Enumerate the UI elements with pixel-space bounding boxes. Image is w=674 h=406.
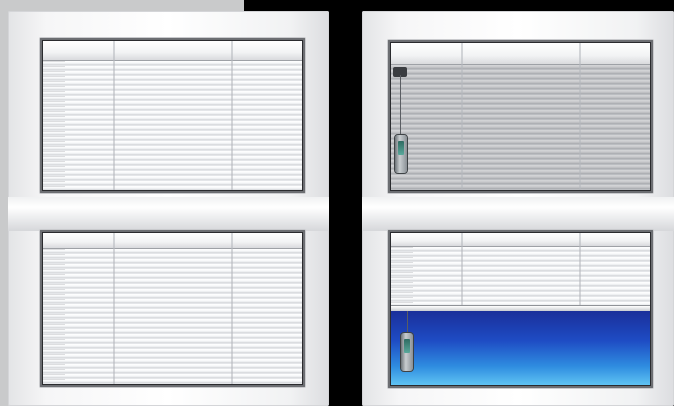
blind-slats xyxy=(43,249,302,384)
headrail xyxy=(391,43,650,65)
right-top-sash xyxy=(388,40,653,193)
left-transom xyxy=(8,197,329,231)
sky-view xyxy=(391,311,650,385)
left-top-sash xyxy=(40,38,305,193)
magnetic-controller xyxy=(401,333,413,371)
left-window-frame xyxy=(8,11,329,406)
right-bottom-sash xyxy=(388,230,653,388)
left-bottom-sash xyxy=(40,230,305,387)
right-transom xyxy=(362,197,674,231)
product-photo xyxy=(0,0,674,406)
headrail xyxy=(391,233,650,247)
blind-slats xyxy=(391,65,650,190)
right-window-frame xyxy=(362,11,674,406)
blind-slats xyxy=(391,247,650,305)
headrail xyxy=(43,41,302,61)
blind-slats xyxy=(43,61,302,190)
headrail xyxy=(43,233,302,249)
magnetic-controller xyxy=(395,135,407,173)
